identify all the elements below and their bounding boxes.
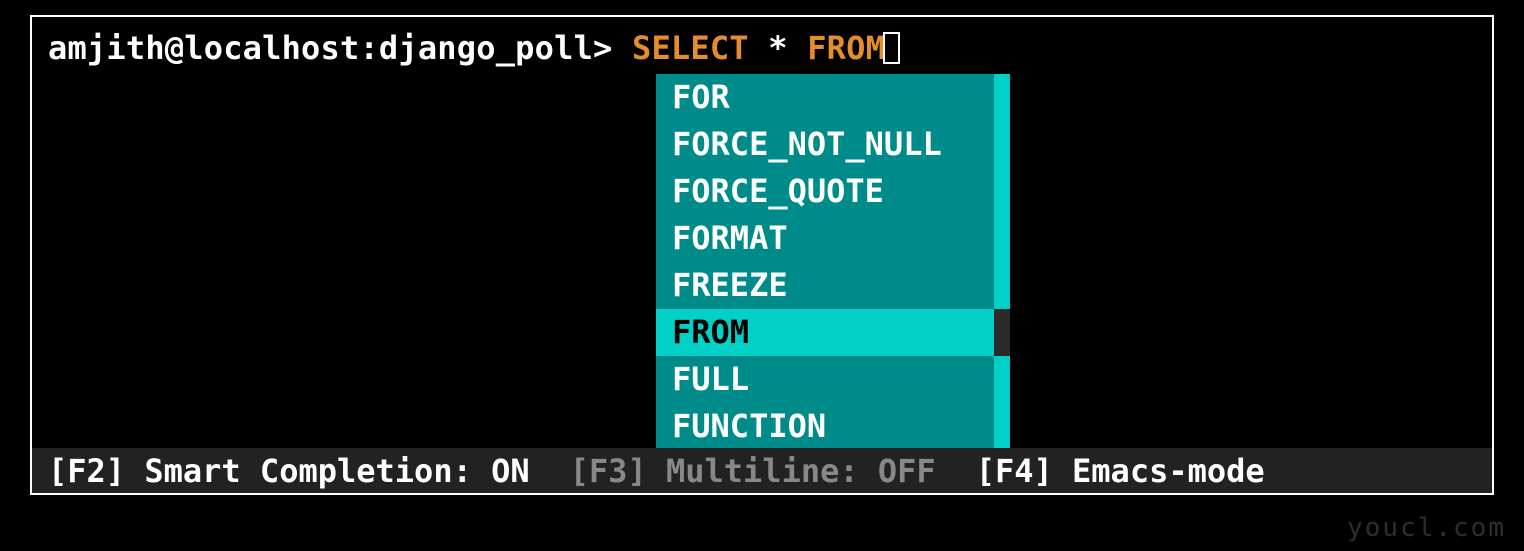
status-emacs-mode[interactable]: [F4] Emacs-mode: [976, 452, 1265, 490]
scrollbar-thumb[interactable]: [994, 309, 1010, 356]
scrollbar-segment: [994, 121, 1010, 168]
cursor-icon: [883, 32, 900, 64]
scrollbar-segment: [994, 168, 1010, 215]
completion-item[interactable]: FORCE_QUOTE: [656, 168, 994, 215]
completion-item-selected[interactable]: FROM: [656, 309, 994, 356]
scrollbar-segment: [994, 74, 1010, 121]
sql-star: *: [768, 29, 787, 67]
completion-item[interactable]: FULL: [656, 356, 994, 403]
scrollbar-segment: [994, 403, 1010, 450]
scrollbar-segment: [994, 356, 1010, 403]
scrollbar-segment: [994, 262, 1010, 309]
status-smart-completion[interactable]: [F2] Smart Completion: ON: [48, 452, 530, 490]
completion-scrollbar[interactable]: [994, 74, 1010, 450]
status-bar: [F2] Smart Completion: ON [F3] Multiline…: [32, 448, 1492, 493]
prompt-line[interactable]: amjith@localhost:django_poll> SELECT * F…: [48, 29, 900, 67]
completion-item[interactable]: FORCE_NOT_NULL: [656, 121, 994, 168]
scrollbar-segment: [994, 215, 1010, 262]
status-multiline[interactable]: [F3] Multiline: OFF: [570, 452, 936, 490]
sql-select: SELECT: [632, 29, 749, 67]
completion-item[interactable]: FOR: [656, 74, 994, 121]
sql-from: FROM: [807, 29, 885, 67]
completion-item[interactable]: FORMAT: [656, 215, 994, 262]
completion-menu[interactable]: FOR FORCE_NOT_NULL FORCE_QUOTE FORMAT FR…: [656, 74, 994, 450]
terminal-window[interactable]: amjith@localhost:django_poll> SELECT * F…: [30, 15, 1494, 495]
completion-item[interactable]: FREEZE: [656, 262, 994, 309]
prompt-prefix: amjith@localhost:django_poll>: [48, 29, 613, 67]
watermark: youcl.com: [1347, 513, 1506, 543]
completion-item[interactable]: FUNCTION: [656, 403, 994, 450]
